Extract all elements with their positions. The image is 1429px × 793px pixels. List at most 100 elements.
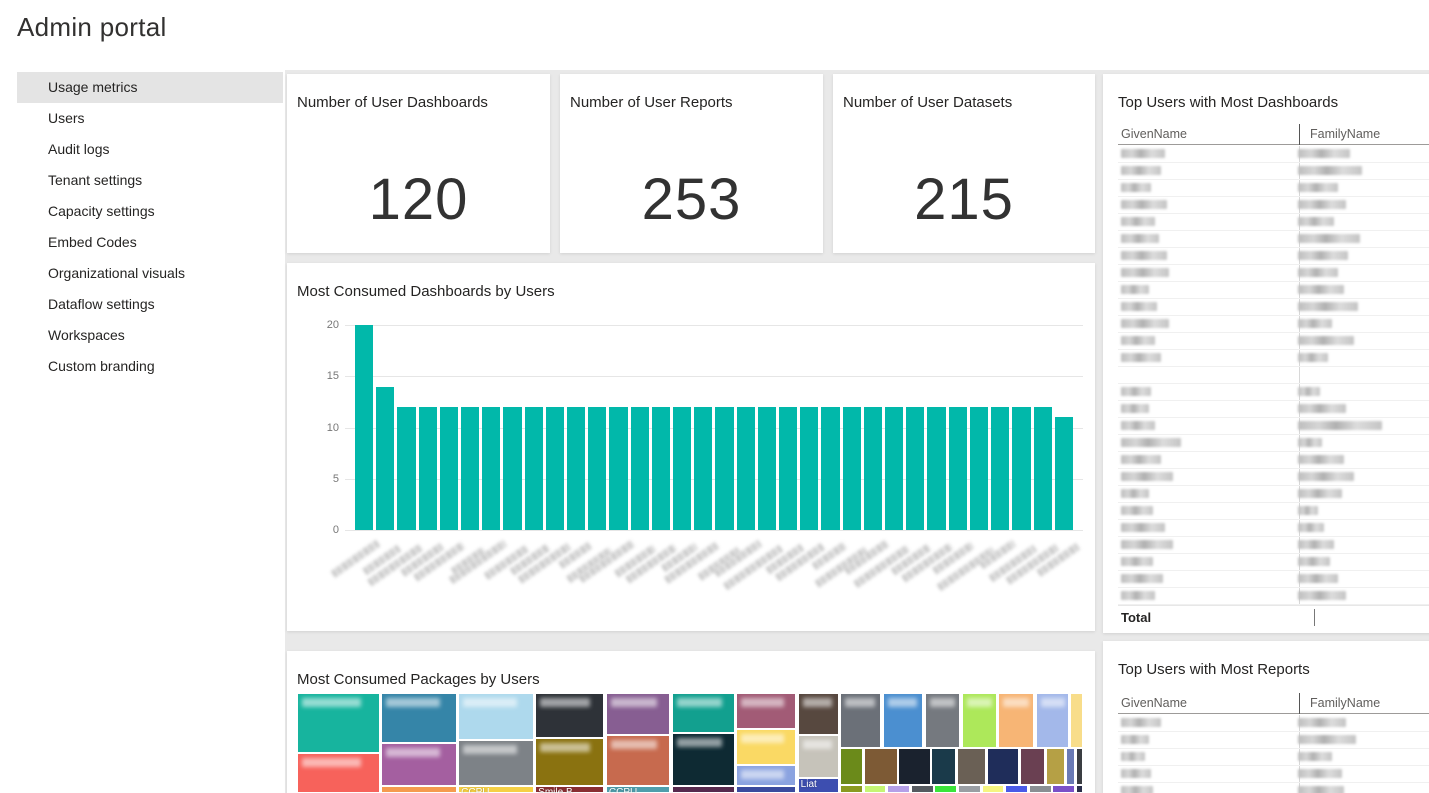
bar[interactable] <box>927 407 945 530</box>
treemap-tile[interactable] <box>381 743 456 786</box>
treemap-tile[interactable] <box>864 748 898 785</box>
sidebar-item-embed-codes[interactable]: Embed Codes <box>17 227 283 258</box>
bar[interactable] <box>694 407 712 530</box>
bar[interactable] <box>652 407 670 530</box>
bar[interactable] <box>737 407 755 530</box>
bar[interactable] <box>715 407 733 530</box>
treemap-tile[interactable] <box>798 693 839 735</box>
treemap-tile[interactable] <box>458 693 533 740</box>
bar[interactable] <box>482 407 500 530</box>
treemap-tile[interactable] <box>925 693 960 748</box>
treemap-tile[interactable] <box>962 693 997 748</box>
bar[interactable] <box>355 325 373 530</box>
sidebar-item-users[interactable]: Users <box>17 103 283 134</box>
redacted-givenname <box>1121 506 1153 515</box>
bar[interactable] <box>949 407 967 530</box>
bar[interactable] <box>397 407 415 530</box>
treemap-tile[interactable] <box>458 740 533 786</box>
treemap-tile[interactable] <box>987 748 1019 785</box>
bar[interactable] <box>885 407 903 530</box>
treemap-tile[interactable] <box>1036 693 1069 748</box>
bar[interactable] <box>800 407 818 530</box>
treemap-tile[interactable] <box>1005 785 1028 793</box>
treemap-tile[interactable] <box>840 693 881 748</box>
sidebar-item-audit-logs[interactable]: Audit logs <box>17 134 283 165</box>
bar[interactable] <box>376 387 394 531</box>
treemap-tile[interactable]: CCPU <box>458 786 533 793</box>
bar[interactable] <box>503 407 521 530</box>
bar[interactable] <box>843 407 861 530</box>
redacted-familyname <box>1298 472 1354 481</box>
treemap-tile[interactable] <box>883 693 924 748</box>
treemap-tile[interactable] <box>998 693 1034 748</box>
bar[interactable] <box>440 407 458 530</box>
treemap-tile[interactable] <box>911 785 934 793</box>
treemap-tile[interactable] <box>982 785 1005 793</box>
treemap-tile[interactable] <box>606 693 670 735</box>
treemap-tile[interactable] <box>864 785 887 793</box>
treemap-tile[interactable] <box>934 785 957 793</box>
treemap-tile[interactable]: CCPU <box>606 786 670 793</box>
treemap-tile[interactable] <box>297 753 380 793</box>
treemap-tile[interactable] <box>381 786 456 793</box>
bar[interactable] <box>758 407 776 530</box>
treemap-tile[interactable] <box>672 733 735 786</box>
bar[interactable] <box>864 407 882 530</box>
treemap-tile[interactable] <box>606 735 670 786</box>
sidebar-item-capacity-settings[interactable]: Capacity settings <box>17 196 283 227</box>
treemap-tile[interactable] <box>840 748 863 785</box>
bar[interactable] <box>970 407 988 530</box>
treemap-tile[interactable] <box>1070 693 1083 748</box>
bar[interactable] <box>419 407 437 530</box>
treemap-tile[interactable] <box>887 785 910 793</box>
treemap-tile[interactable] <box>1076 748 1083 785</box>
treemap-tile[interactable] <box>1020 748 1045 785</box>
treemap-tile[interactable]: Liat <box>798 778 839 793</box>
treemap-tile[interactable] <box>535 693 604 738</box>
bar[interactable] <box>906 407 924 530</box>
sidebar-item-workspaces[interactable]: Workspaces <box>17 320 283 351</box>
treemap-tile[interactable] <box>672 786 735 793</box>
treemap-tile[interactable] <box>736 786 796 793</box>
treemap-tile[interactable] <box>1076 785 1083 793</box>
treemap-tile[interactable] <box>736 765 796 786</box>
bar[interactable] <box>525 407 543 530</box>
sidebar-item-tenant-settings[interactable]: Tenant settings <box>17 165 283 196</box>
treemap-tile[interactable] <box>672 693 735 733</box>
treemap-tile[interactable] <box>840 785 863 793</box>
treemap-tile[interactable] <box>958 785 981 793</box>
treemap-tile[interactable] <box>1029 785 1052 793</box>
sidebar-item-usage-metrics[interactable]: Usage metrics <box>17 72 283 103</box>
bar[interactable] <box>1055 417 1073 530</box>
sidebar-item-dataflow-settings[interactable]: Dataflow settings <box>17 289 283 320</box>
treemap-tile[interactable] <box>898 748 930 785</box>
treemap-tile[interactable] <box>957 748 986 785</box>
treemap-tile[interactable] <box>736 693 796 729</box>
treemap-tile[interactable] <box>736 729 796 765</box>
bar[interactable] <box>609 407 627 530</box>
bar[interactable] <box>1012 407 1030 530</box>
bar[interactable] <box>779 407 797 530</box>
bar[interactable] <box>991 407 1009 530</box>
bar[interactable] <box>821 407 839 530</box>
bar[interactable] <box>631 407 649 530</box>
table-row <box>1118 214 1429 231</box>
treemap-tile[interactable] <box>1066 748 1075 785</box>
treemap-tile[interactable] <box>1046 748 1065 785</box>
bar[interactable] <box>1034 407 1052 530</box>
treemap-tile[interactable]: Smile B... <box>535 786 604 793</box>
bar[interactable] <box>461 407 479 530</box>
treemap-tile[interactable] <box>798 735 839 778</box>
treemap-tile[interactable] <box>931 748 956 785</box>
bar[interactable] <box>673 407 691 530</box>
treemap-tile[interactable] <box>1052 785 1075 793</box>
bar[interactable] <box>588 407 606 530</box>
sidebar-item-organizational-visuals[interactable]: Organizational visuals <box>17 258 283 289</box>
table-row <box>1118 299 1429 316</box>
sidebar-item-custom-branding[interactable]: Custom branding <box>17 351 283 382</box>
treemap-tile[interactable] <box>381 693 456 743</box>
treemap-tile[interactable] <box>297 693 380 753</box>
treemap-tile[interactable] <box>535 738 604 786</box>
bar[interactable] <box>546 407 564 530</box>
bar[interactable] <box>567 407 585 530</box>
